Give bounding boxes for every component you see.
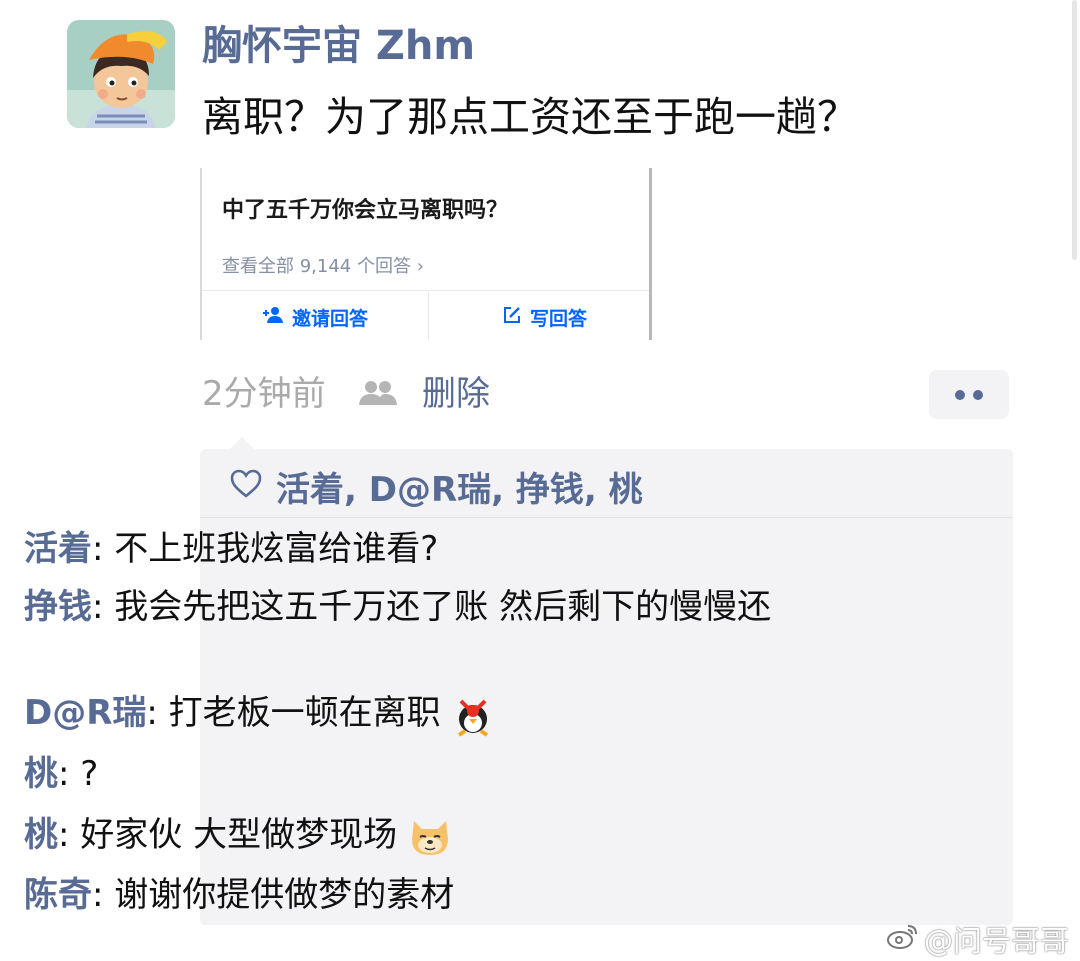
write-answer-button[interactable]: 写回答 bbox=[502, 304, 587, 331]
comment-text: : ? bbox=[58, 754, 99, 794]
comment-text: : 打老板一顿在离职 bbox=[146, 693, 441, 733]
comment-text: : 谢谢你提供做梦的素材 bbox=[92, 875, 455, 915]
comment-author[interactable]: D@R瑞 bbox=[24, 693, 146, 733]
weibo-logo-icon bbox=[886, 922, 920, 957]
comment-item[interactable]: 桃: ? bbox=[24, 751, 804, 797]
comment-author[interactable]: 桃 bbox=[24, 754, 58, 794]
view-all-answers-link[interactable]: 查看全部 9,144 个回答 › bbox=[222, 252, 424, 278]
invite-answer-label: 邀请回答 bbox=[292, 308, 369, 330]
likes-row: 活着, D@R瑞, 挣钱, 桃 bbox=[230, 461, 643, 511]
comment-author[interactable]: 桃 bbox=[24, 815, 58, 855]
friends-icon[interactable] bbox=[358, 379, 398, 407]
weibo-watermark: @问号哥哥 bbox=[886, 918, 1069, 960]
username[interactable]: 胸怀宇宙 Zhm bbox=[202, 18, 475, 74]
post-text: 离职？为了那点工资还至于跑一趟？ bbox=[202, 93, 858, 141]
shared-question-card[interactable]: 中了五千万你会立马离职吗？ 查看全部 9,144 个回答 › 邀请回答 写回答 bbox=[200, 168, 652, 340]
comment-author[interactable]: 挣钱 bbox=[24, 587, 92, 627]
post-time: 2分钟前 bbox=[202, 374, 326, 414]
heart-outline-icon bbox=[230, 469, 262, 503]
card-divider bbox=[202, 290, 649, 291]
delete-link[interactable]: 删除 bbox=[422, 370, 490, 418]
comment-item[interactable]: 挣钱: 我会先把这五千万还了账 然后剩下的慢慢还 bbox=[24, 584, 804, 630]
comment-text: : 不上班我炫富给谁看? bbox=[92, 529, 439, 569]
watermark-text: @问号哥哥 bbox=[924, 924, 1070, 958]
comment-author[interactable]: 陈奇 bbox=[24, 875, 92, 915]
comment-author[interactable]: 活着 bbox=[24, 529, 92, 569]
invite-answer-button[interactable]: 邀请回答 bbox=[262, 304, 368, 331]
edit-icon bbox=[502, 305, 522, 330]
likes-names[interactable]: 活着, D@R瑞, 挣钱, 桃 bbox=[276, 462, 643, 511]
comment-item[interactable]: 陈奇: 谢谢你提供做梦的素材 bbox=[24, 872, 804, 918]
write-answer-label: 写回答 bbox=[530, 308, 588, 330]
more-button[interactable] bbox=[929, 370, 1009, 419]
more-dots-icon bbox=[955, 389, 983, 400]
card-button-divider bbox=[428, 291, 429, 340]
comment-text: : 我会先把这五千万还了账 然后剩下的慢慢还 bbox=[92, 587, 772, 627]
angry-emoji-icon bbox=[451, 693, 495, 737]
add-person-icon bbox=[262, 306, 284, 329]
doge-emoji-icon bbox=[408, 815, 452, 859]
avatar[interactable] bbox=[67, 20, 175, 128]
comment-item[interactable]: D@R瑞: 打老板一顿在离职 bbox=[24, 690, 804, 737]
comment-text: : 好家伙 大型做梦现场 bbox=[58, 815, 398, 855]
card-question[interactable]: 中了五千万你会立马离职吗？ bbox=[222, 192, 508, 224]
comment-item[interactable]: 桃: 好家伙 大型做梦现场 bbox=[24, 812, 804, 859]
comment-item[interactable]: 活着: 不上班我炫富给谁看? bbox=[24, 526, 804, 572]
likes-divider bbox=[200, 517, 1013, 518]
moments-post: 胸怀宇宙 Zhm 离职？为了那点工资还至于跑一趟？ 中了五千万你会立马离职吗？ … bbox=[0, 0, 1080, 961]
scroll-indicator[interactable] bbox=[1072, 0, 1077, 260]
